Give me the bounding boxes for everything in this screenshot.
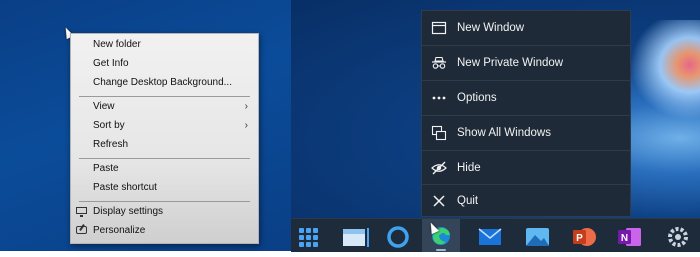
jump-item-options[interactable]: Options	[422, 81, 630, 115]
menu-item-paste-shortcut[interactable]: Paste shortcut	[71, 179, 258, 197]
windows-icon	[431, 125, 447, 141]
wallpaper-glow	[630, 20, 700, 120]
more-icon	[432, 96, 446, 100]
menu-item-personalize[interactable]: Personalize	[71, 222, 258, 240]
menu-item-label: Paste shortcut	[93, 182, 157, 193]
taskbar: P N	[291, 218, 700, 252]
menu-item-label: Sort by	[93, 120, 125, 131]
menu-separator	[79, 96, 250, 97]
jump-item-hide[interactable]: Hide	[422, 151, 630, 185]
menu-item-sort-by[interactable]: Sort by ›	[71, 117, 258, 135]
menu-item-label: Display settings	[93, 206, 164, 217]
jump-item-label: New Window	[457, 22, 525, 34]
chevron-right-icon: ›	[244, 120, 248, 131]
jump-item-show-all-windows[interactable]: Show All Windows	[422, 116, 630, 150]
menu-item-refresh[interactable]: Refresh	[71, 136, 258, 154]
jump-item-label: Options	[457, 92, 497, 104]
desktop-context-menu: New folder Get Info Change Desktop Backg…	[70, 33, 259, 244]
taskbar-onenote[interactable]: N	[611, 219, 649, 252]
settings-icon	[668, 227, 688, 247]
menu-item-change-background[interactable]: Change Desktop Background...	[71, 74, 258, 92]
menu-item-label: Get Info	[93, 58, 129, 69]
mail-icon	[478, 228, 502, 245]
menu-item-display-settings[interactable]: Display settings	[71, 203, 258, 221]
powerpoint-icon: P	[573, 228, 596, 246]
onenote-icon: N	[618, 228, 641, 246]
close-icon	[433, 195, 445, 207]
cortana-icon	[387, 226, 409, 248]
start-grid-icon	[299, 228, 318, 247]
taskbar-mail[interactable]	[471, 219, 509, 252]
taskbar-photos[interactable]	[519, 219, 557, 252]
personalize-icon	[76, 226, 87, 234]
browser-jump-list: New Window New Private Window Options Sh…	[421, 10, 631, 217]
photos-icon	[526, 228, 549, 246]
jump-item-label: Show All Windows	[457, 127, 551, 139]
menu-item-new-folder[interactable]: New folder	[71, 36, 258, 54]
jump-item-label: Hide	[457, 162, 481, 174]
jump-item-label: Quit	[457, 195, 479, 207]
menu-separator	[79, 158, 250, 159]
menu-item-label: Personalize	[93, 225, 146, 236]
jump-item-quit[interactable]: Quit	[422, 184, 630, 218]
menu-item-label: Change Desktop Background...	[93, 77, 232, 88]
taskbar-settings[interactable]	[659, 219, 697, 252]
jump-item-new-private-window[interactable]: New Private Window	[422, 46, 630, 80]
jump-item-label: New Private Window	[457, 57, 564, 69]
window-icon	[431, 21, 447, 35]
svg-text:N: N	[621, 233, 628, 244]
taskbar-cortana[interactable]	[379, 219, 417, 252]
jump-item-new-window[interactable]: New Window	[422, 11, 630, 45]
menu-item-get-info[interactable]: Get Info	[71, 55, 258, 73]
taskbar-start-button[interactable]	[291, 219, 329, 252]
menu-item-label: View	[93, 101, 115, 112]
menu-separator	[79, 201, 250, 202]
chevron-right-icon: ›	[244, 101, 248, 112]
menu-item-label: New folder	[93, 39, 141, 50]
menu-item-paste[interactable]: Paste	[71, 160, 258, 178]
folder-icon	[343, 228, 369, 247]
private-window-icon	[432, 56, 446, 69]
svg-text:P: P	[576, 233, 583, 244]
menu-item-label: Refresh	[93, 139, 129, 150]
monitor-icon	[76, 207, 87, 217]
taskbar-file-explorer[interactable]	[337, 219, 375, 252]
menu-item-view[interactable]: View ›	[71, 98, 258, 116]
taskbar-powerpoint[interactable]: P	[566, 219, 604, 252]
menu-item-label: Paste	[93, 163, 119, 174]
hide-icon	[431, 161, 447, 175]
